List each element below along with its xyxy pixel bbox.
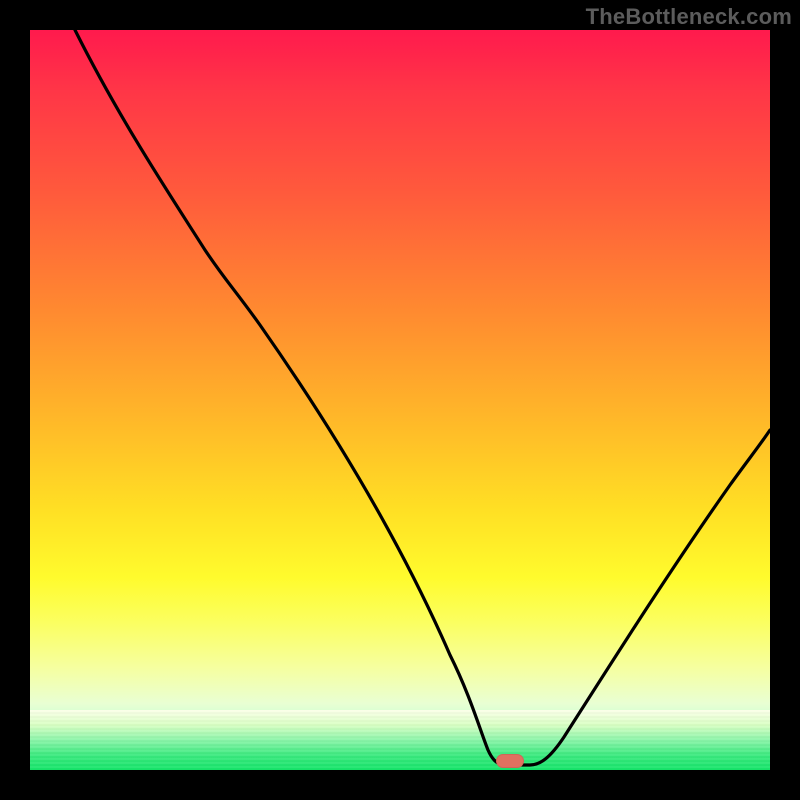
watermark-text: TheBottleneck.com: [586, 4, 792, 30]
minimum-marker: [496, 754, 524, 768]
chart-frame: TheBottleneck.com: [0, 0, 800, 800]
curve-path: [75, 30, 770, 765]
bottleneck-curve: [30, 30, 770, 770]
plot-area: [30, 30, 770, 770]
